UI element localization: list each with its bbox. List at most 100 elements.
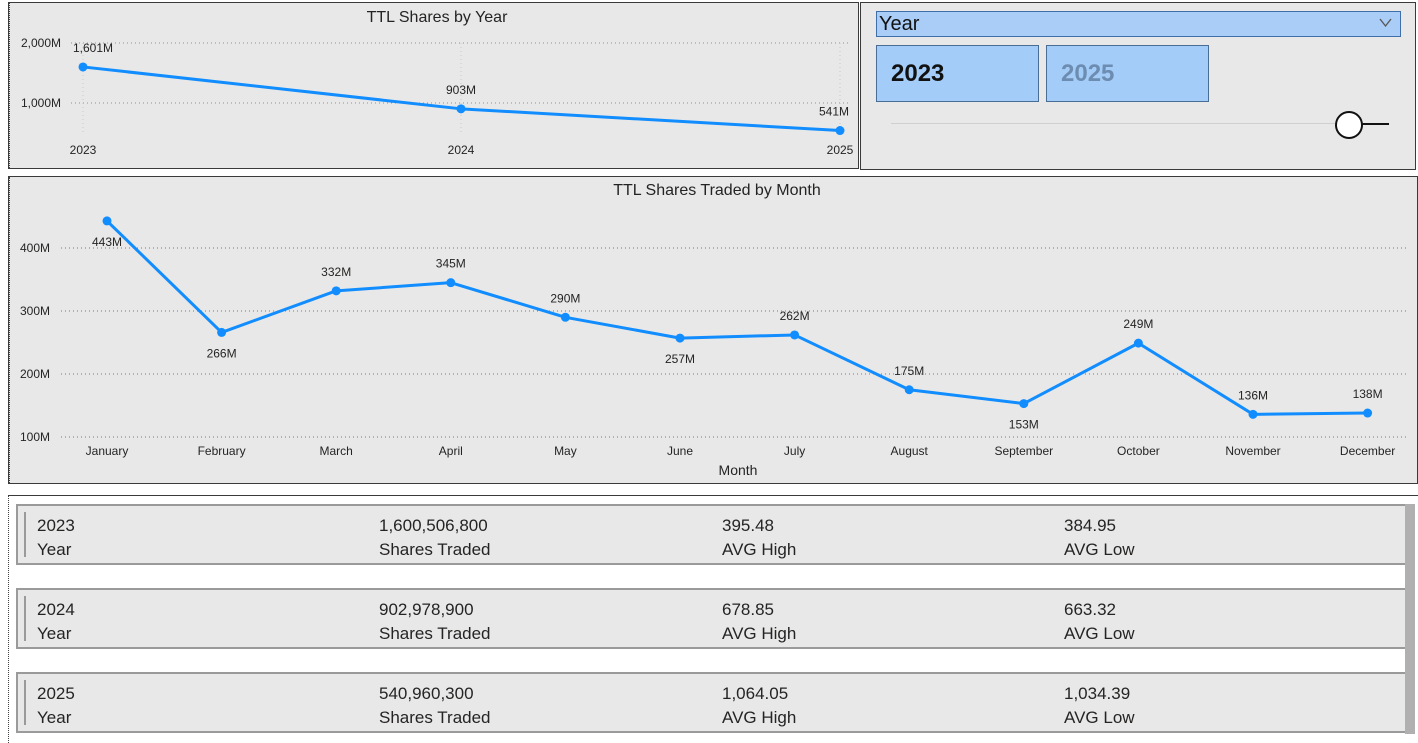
card-shares-cell: 540,960,300 Shares Traded xyxy=(379,682,491,730)
card-year-label: Year xyxy=(37,708,72,727)
month-data-point xyxy=(446,278,456,288)
card-avg-high-value: 678.85 xyxy=(722,600,774,619)
card-avg-high-label: AVG High xyxy=(722,540,797,559)
x-tick-label: June xyxy=(667,444,693,458)
y-tick-label: 1,000M xyxy=(21,96,61,110)
card-year-cell: 2023 Year xyxy=(37,514,75,562)
month-data-point xyxy=(1248,409,1258,419)
x-tick-label: 2025 xyxy=(827,143,854,157)
card-year-cell: 2024 Year xyxy=(37,598,75,646)
month-x-axis-title: Month xyxy=(719,462,758,478)
shares-by-month-svg: TTL Shares Traded by Month Month 100M 200… xyxy=(20,182,1409,478)
x-tick-label: December xyxy=(1340,444,1395,458)
card-shares-cell: 902,978,900 Shares Traded xyxy=(379,598,491,646)
slicer-option-2023[interactable]: 2023 xyxy=(876,45,1039,102)
slicer-header[interactable]: Year xyxy=(876,11,1401,37)
card-shares-label: Shares Traded xyxy=(379,624,491,643)
x-tick-label: March xyxy=(320,444,353,458)
month-data-label: 249M xyxy=(1123,317,1153,331)
month-data-point xyxy=(904,385,914,395)
year-chart-title: TTL Shares by Year xyxy=(367,9,508,26)
month-data-point xyxy=(102,216,112,226)
month-data-label: 290M xyxy=(550,291,580,305)
card-accent-bar xyxy=(24,596,26,641)
year-data-label: 1,601M xyxy=(73,41,113,55)
year-data-point xyxy=(835,126,845,136)
card-avg-high-value: 395.48 xyxy=(722,516,774,535)
card-accent-bar xyxy=(24,680,26,725)
card-avg-low-value: 384.95 xyxy=(1064,516,1116,535)
month-data-label: 136M xyxy=(1238,388,1268,402)
x-tick-label: May xyxy=(554,444,577,458)
year-data-point xyxy=(456,104,466,114)
card-avg-low-cell: 663.32 AVG Low xyxy=(1064,598,1135,646)
month-series-line xyxy=(105,219,1368,416)
card-shares-cell: 1,600,506,800 Shares Traded xyxy=(379,514,491,562)
card-year-label: Year xyxy=(37,540,72,559)
card-avg-high-cell: 395.48 AVG High xyxy=(722,514,796,562)
month-data-label: 266M xyxy=(207,346,237,360)
slicer-slider-track[interactable] xyxy=(891,123,1351,124)
card-shares-value: 902,978,900 xyxy=(379,600,474,619)
y-tick-label: 2,000M xyxy=(21,36,61,50)
year-data-label: 903M xyxy=(446,83,476,97)
month-data-label: 257M xyxy=(665,352,695,366)
card-scrollbar[interactable] xyxy=(1405,504,1415,734)
month-chart-title: TTL Shares Traded by Month xyxy=(613,182,821,199)
card-avg-low-cell: 1,034.39 AVG Low xyxy=(1064,682,1135,730)
month-data-point xyxy=(331,286,341,296)
card-avg-high-cell: 1,064.05 AVG High xyxy=(722,682,796,730)
month-data-label: 443M xyxy=(92,235,122,249)
card-avg-high-label: AVG High xyxy=(722,708,797,727)
x-tick-label: February xyxy=(198,444,246,458)
card-year-value: 2024 xyxy=(37,600,75,619)
shares-by-year-chart[interactable]: TTL Shares by Year 1,000M 2,000M 1,601M 202… xyxy=(8,2,859,169)
year-series-line xyxy=(82,65,841,133)
card-row[interactable]: 2024 Year 902,978,900 Shares Traded 678.85… xyxy=(16,588,1407,649)
shares-by-year-svg: TTL Shares by Year 1,000M 2,000M 1,601M 202… xyxy=(21,9,854,157)
card-accent-bar xyxy=(24,512,26,557)
shares-by-month-chart[interactable]: TTL Shares Traded by Month Month 100M 200… xyxy=(8,176,1418,484)
x-tick-label: 2023 xyxy=(70,143,97,157)
slicer-slider-knob[interactable] xyxy=(1335,111,1363,139)
x-tick-label: November xyxy=(1225,444,1280,458)
x-tick-label: 2024 xyxy=(448,143,475,157)
month-data-label: 345M xyxy=(436,257,466,271)
month-data-label: 262M xyxy=(780,309,810,323)
card-avg-low-label: AVG Low xyxy=(1064,708,1135,727)
chevron-down-icon[interactable] xyxy=(1379,16,1392,29)
report-page: TTL Shares by Year 1,000M 2,000M 1,601M 202… xyxy=(0,0,1418,743)
x-tick-label: October xyxy=(1117,444,1160,458)
year-data-point xyxy=(78,62,88,72)
slicer-slider-handle-line xyxy=(1361,123,1389,125)
card-avg-low-label: AVG Low xyxy=(1064,540,1135,559)
y-tick-label: 400M xyxy=(20,241,50,255)
slicer-header-label: Year xyxy=(879,12,920,35)
card-row[interactable]: 2023 Year 1,600,506,800 Shares Traded 395.… xyxy=(16,504,1407,565)
month-data-label: 153M xyxy=(1009,418,1039,432)
x-tick-label: September xyxy=(994,444,1053,458)
x-tick-label: August xyxy=(891,444,929,458)
card-shares-value: 1,600,506,800 xyxy=(379,516,488,535)
card-year-value: 2023 xyxy=(37,516,75,535)
card-avg-high-cell: 678.85 AVG High xyxy=(722,598,796,646)
month-data-label: 138M xyxy=(1353,387,1383,401)
x-tick-label: July xyxy=(784,444,805,458)
y-tick-label: 100M xyxy=(20,430,50,444)
card-avg-high-value: 1,064.05 xyxy=(722,684,789,703)
year-data-label: 541M xyxy=(819,105,849,119)
card-year-label: Year xyxy=(37,624,72,643)
card-shares-value: 540,960,300 xyxy=(379,684,474,703)
card-row[interactable]: 2025 Year 540,960,300 Shares Traded 1,064.… xyxy=(16,672,1407,733)
month-data-point xyxy=(790,330,800,340)
month-data-point xyxy=(675,333,685,343)
month-data-label: 175M xyxy=(894,364,924,378)
month-data-point xyxy=(217,327,227,337)
slicer-option-2025[interactable]: 2025 xyxy=(1046,45,1209,102)
x-tick-label: January xyxy=(86,444,129,458)
card-avg-low-value: 663.32 xyxy=(1064,600,1116,619)
card-shares-label: Shares Traded xyxy=(379,540,491,559)
y-tick-label: 200M xyxy=(20,367,50,381)
month-data-point xyxy=(1133,338,1143,348)
card-avg-high-label: AVG High xyxy=(722,624,797,643)
